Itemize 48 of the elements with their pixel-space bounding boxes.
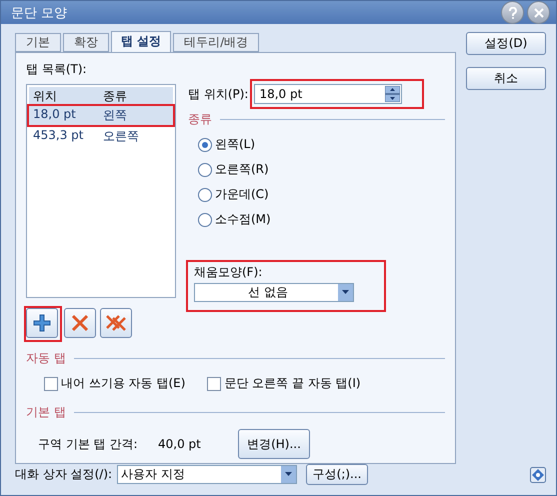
tab[interactable]: 탭 설정 [111, 31, 172, 52]
tab[interactable]: 확장 [63, 33, 109, 52]
tab-list-label: 탭 목록(T): [26, 61, 88, 78]
radio-option[interactable]: 오른쪽(R) [198, 161, 445, 178]
tab-position-label: 탭 위치(P): [188, 86, 248, 102]
radio-option[interactable]: 왼쪽(L) [198, 136, 445, 153]
radio-option[interactable]: 소수점(M) [198, 211, 445, 228]
preset-dropdown[interactable]: 사용자 지정 [117, 465, 298, 484]
x-icon [71, 314, 89, 332]
help-icon[interactable] [501, 1, 524, 24]
tab-position-field[interactable]: 18,0 pt [254, 84, 402, 104]
dialog-button[interactable]: 취소 [466, 67, 546, 90]
list-row[interactable]: 453,3 pt 오른쪽 [29, 127, 173, 146]
window-title: 문단 모양 [11, 4, 68, 22]
section-title: 기본 탭 [26, 404, 66, 421]
help-icon[interactable] [530, 466, 546, 482]
tab[interactable]: 테두리/배경 [173, 33, 260, 52]
radio-icon[interactable] [198, 138, 212, 152]
column-header: 위치 [32, 88, 58, 105]
delete-all-button[interactable] [100, 308, 132, 338]
radio-label: 가운데(C) [215, 186, 269, 203]
close-icon[interactable] [527, 1, 550, 24]
section-title: 종류 [188, 111, 212, 128]
delete-button[interactable] [64, 308, 96, 338]
radio-icon[interactable] [198, 188, 212, 202]
fill-dropdown[interactable]: 선 없음 [194, 283, 354, 302]
radio-option[interactable]: 가운데(C) [198, 186, 445, 203]
configure-button[interactable]: 구성(;)... [306, 464, 368, 485]
checkbox[interactable] [207, 376, 222, 390]
column-header: 종류 [102, 88, 128, 105]
spin-arrows-icon[interactable] [385, 86, 400, 102]
plus-icon [33, 314, 51, 332]
checkbox[interactable] [44, 376, 58, 390]
change-button[interactable]: 변경(H)... [238, 429, 310, 459]
radio-label: 오른쪽(R) [215, 161, 269, 178]
interval-value: 40,0 pt [158, 437, 202, 451]
radio-label: 왼쪽(L) [215, 136, 256, 153]
double-x-icon [106, 314, 126, 332]
radio-icon[interactable] [198, 212, 212, 226]
section-title: 자동 탭 [26, 350, 66, 367]
radio-label: 소수점(M) [215, 211, 271, 228]
interval-label: 구역 기본 탭 간격: [38, 436, 138, 452]
tab[interactable]: 기본 [15, 33, 61, 52]
fill-label: 채움모양(F): [194, 264, 264, 281]
radio-icon[interactable] [198, 162, 212, 176]
list-row[interactable]: 18,0 pt 왼쪽 [29, 106, 173, 125]
preset-label: 대화 상자 설정(/): [15, 466, 112, 483]
dialog-button[interactable]: 설정(D) [466, 32, 546, 55]
